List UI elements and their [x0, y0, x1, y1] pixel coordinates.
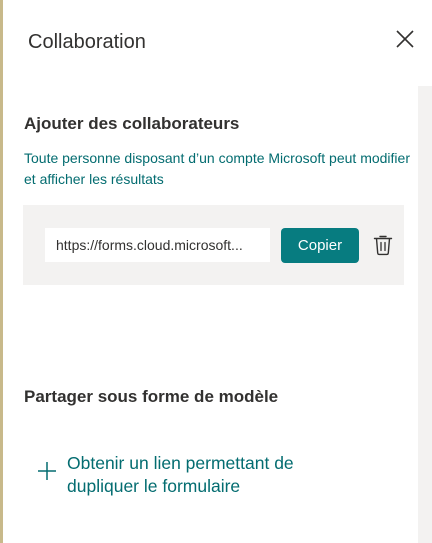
- copy-button[interactable]: Copier: [281, 228, 359, 263]
- panel-title: Collaboration: [28, 31, 146, 53]
- plus-icon: [38, 462, 56, 480]
- share-link-field[interactable]: https://forms.cloud.microsoft...: [45, 228, 270, 262]
- duplicate-form-link-label: Obtenir un lien permettant de dupliquer …: [67, 453, 294, 496]
- close-button[interactable]: [393, 27, 417, 51]
- collaboration-panel: Collaboration Ajouter des collaborateurs…: [0, 0, 432, 543]
- trash-icon: [373, 235, 393, 256]
- template-heading: Partager sous forme de modèle: [24, 387, 279, 406]
- collaborators-heading: Ajouter des collaborateurs: [24, 114, 240, 133]
- delete-link-button[interactable]: [372, 233, 394, 257]
- scrollbar-track[interactable]: [418, 86, 432, 543]
- close-icon: [396, 30, 414, 48]
- panel-left-edge: [0, 0, 3, 543]
- collaborators-description: Toute personne disposant d’un compte Mic…: [24, 150, 410, 187]
